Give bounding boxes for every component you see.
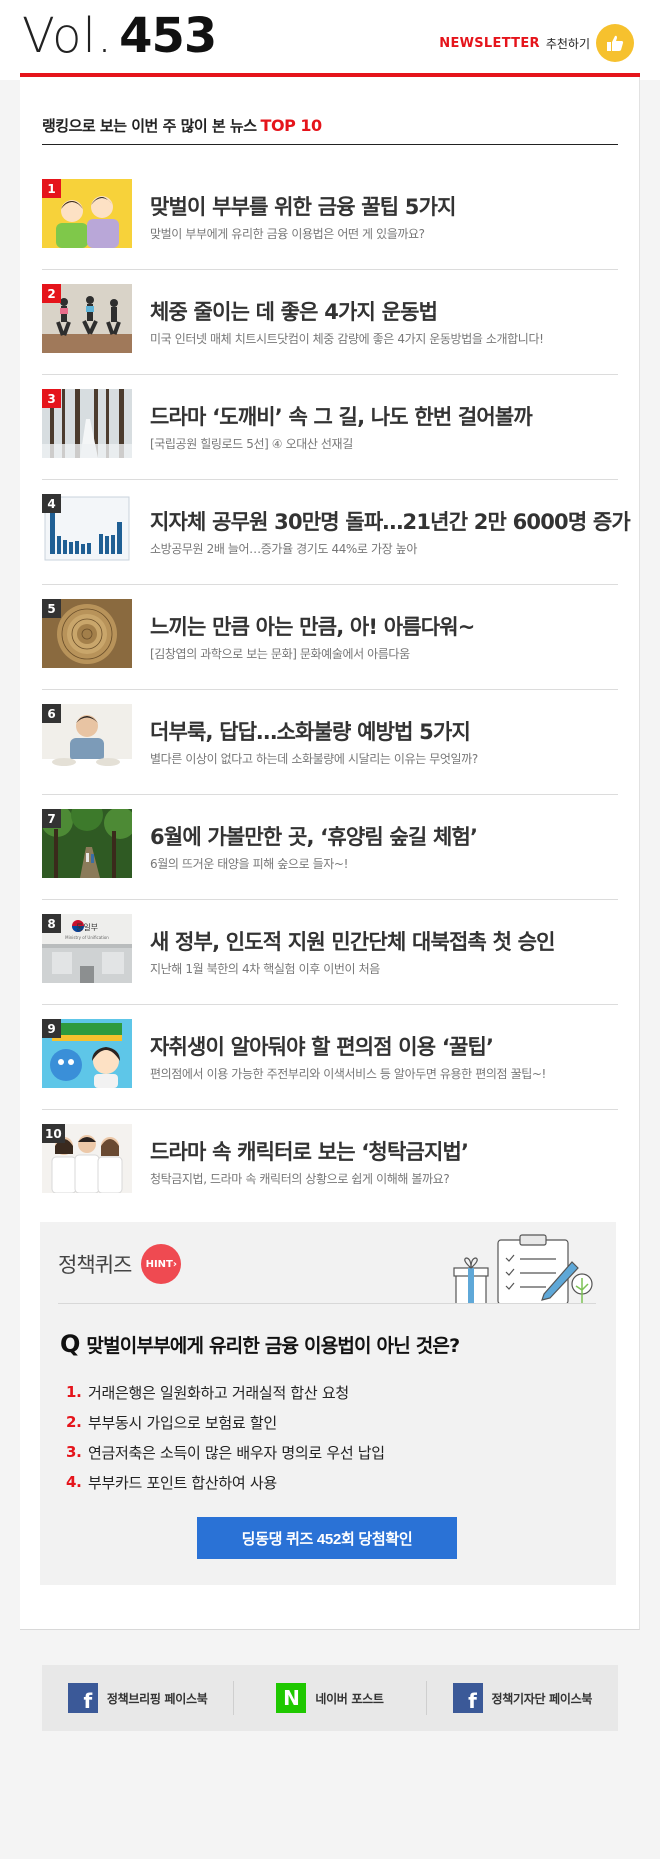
- news-thumbnail-forest-road[interactable]: 3: [42, 389, 132, 458]
- footer-link-reporters-facebook[interactable]: f 정책기자단 페이스북: [427, 1680, 618, 1716]
- thumb8-sublabel: Ministry of Unification: [65, 935, 109, 940]
- hint-label: HINT: [145, 1258, 173, 1270]
- question-mark-icon: Q: [60, 1330, 81, 1358]
- quiz-option-2[interactable]: 2. 부부동시 가입으로 보험료 할인: [66, 1407, 385, 1437]
- news-item-10[interactable]: 10 드라마 속 캐릭터로 보는 ‘청탁금지법’ 청탁금지법, 드라마 속 캐릭…: [42, 1110, 618, 1215]
- ranking-title: 랭킹으로 보는 이번 주 많이 본 뉴스: [42, 117, 257, 135]
- news-desc: 편의점에서 이용 가능한 주전부리와 이색서비스 등 알아두면 유용한 편의점 …: [150, 1067, 546, 1081]
- news-item-6[interactable]: 6 더부룩, 답답…소화불량 예방법 5가지 별다른 이상이 없다고 하는데 소…: [42, 690, 618, 795]
- ranking-list: 1 맞벌이 부부를 위한 금융 꿀팁 5가지 맞벌이 부부에게 유리한 금융 이…: [42, 165, 631, 1215]
- footer-link-label: 정책기자단 페이스북: [491, 1691, 593, 1706]
- news-item-4[interactable]: 4 지자체 공무원 30만명 돌파…21년간 2만 6000명 증가 소방공무원…: [42, 480, 631, 585]
- news-title[interactable]: 더부룩, 답답…소화불량 예방법 5가지: [150, 716, 630, 746]
- rank-badge: 5: [42, 599, 61, 618]
- news-item-9[interactable]: 9 자취생이 알아둬야 할 편의점 이용 ‘꿀팁’ 편의점에서 이용 가능한 주…: [42, 1005, 618, 1110]
- quiz-option-4[interactable]: 4. 부부카드 포인트 합산하여 사용: [66, 1467, 385, 1497]
- rank-badge: 4: [42, 494, 61, 513]
- newsletter-word: NEWSLETTER: [439, 35, 540, 51]
- quiz-label: 정책퀴즈: [58, 1253, 132, 1277]
- option-number: 1.: [66, 1383, 82, 1401]
- news-item-2[interactable]: 2 체중 줄이는 데 좋은 4가지 운동법 미국 인터넷 매체 치트시트닷컴이 …: [42, 270, 618, 375]
- quiz-divider: [58, 1303, 596, 1304]
- news-item-8[interactable]: 통일부 Ministry of Unification 8 새 정부, 인도적 …: [42, 900, 618, 1005]
- quiz-option-3[interactable]: 3. 연금저축은 소득이 많은 배우자 명의로 우선 납입: [66, 1437, 385, 1467]
- news-desc: [김창엽의 과학으로 보는 문화] 문화예술에서 아름다움: [150, 647, 410, 661]
- rank-badge: 6: [42, 704, 61, 723]
- rank-badge: 9: [42, 1019, 61, 1038]
- news-title[interactable]: 드라마 ‘도깨비’ 속 그 길, 나도 한번 걸어볼까: [150, 401, 630, 431]
- news-desc: [국립공원 힐링로드 5선] ④ 오대산 선재길: [150, 437, 353, 451]
- news-item-3[interactable]: 3 드라마 ‘도깨비’ 속 그 길, 나도 한번 걸어볼까 [국립공원 힐링로드…: [42, 375, 618, 480]
- news-item-1[interactable]: 1 맞벌이 부부를 위한 금융 꿀팁 5가지 맞벌이 부부에게 유리한 금융 이…: [42, 165, 618, 270]
- facebook-icon: f: [67, 1683, 98, 1713]
- news-desc: 미국 인터넷 매체 치트시트닷컴이 체중 감량에 좋은 4가지 운동방법을 소개…: [150, 332, 544, 346]
- policy-quiz: 정책퀴즈 HINT › Q 맞벌이부부에게 유리한 금융 이용법이 아닌 것은?…: [40, 1222, 616, 1585]
- ranking-top10: TOP 10: [260, 116, 323, 135]
- footer-link-label: 네이버 포스트: [315, 1691, 384, 1706]
- ranking-heading: 랭킹으로 보는 이번 주 많이 본 뉴스 TOP 10: [42, 107, 618, 145]
- quiz-header: 정책퀴즈 HINT ›: [58, 1244, 182, 1284]
- news-thumbnail-ministry-office[interactable]: 통일부 Ministry of Unification 8: [42, 914, 132, 983]
- naver-icon: N: [276, 1683, 307, 1713]
- option-text: 부부카드 포인트 합산하여 사용: [88, 1473, 277, 1492]
- news-thumbnail-forest-path[interactable]: 7: [42, 809, 132, 878]
- news-thumbnail-bar-chart[interactable]: 4: [42, 494, 132, 563]
- news-desc: 맞벌이 부부에게 유리한 금융 이용법은 어떤 게 있을까요?: [150, 227, 425, 241]
- quiz-question: Q 맞벌이부부에게 유리한 금융 이용법이 아닌 것은?: [60, 1330, 460, 1358]
- footer-link-naver-post[interactable]: N 네이버 포스트: [234, 1680, 425, 1716]
- facebook-icon: f: [452, 1683, 483, 1713]
- news-thumbnail-drama-doctors[interactable]: 10: [42, 1124, 132, 1193]
- news-title[interactable]: 체중 줄이는 데 좋은 4가지 운동법: [150, 296, 630, 326]
- quiz-option-1[interactable]: 1. 거래은행은 일원화하고 거래실적 합산 요청: [66, 1377, 385, 1407]
- news-thumbnail-dome-pattern[interactable]: 5: [42, 599, 132, 668]
- recommend-text: 추천하기: [545, 36, 590, 51]
- option-number: 2.: [66, 1413, 82, 1431]
- news-title[interactable]: 새 정부, 인도적 지원 민간단체 대북접촉 첫 승인: [150, 926, 630, 956]
- news-thumbnail-convenience-store[interactable]: 9: [42, 1019, 132, 1088]
- news-title[interactable]: 자취생이 알아둬야 할 편의점 이용 ‘꿀팁’: [150, 1031, 630, 1061]
- quiz-options: 1. 거래은행은 일원화하고 거래실적 합산 요청 2. 부부동시 가입으로 보…: [66, 1377, 385, 1497]
- news-thumbnail-man-eating[interactable]: 6: [42, 704, 132, 773]
- option-text: 거래은행은 일원화하고 거래실적 합산 요청: [88, 1383, 349, 1402]
- news-title[interactable]: 6월에 가볼만한 곳, ‘휴양림 숲길 체험’: [150, 821, 630, 851]
- thumb8-label: 통일부: [76, 923, 98, 932]
- option-number: 3.: [66, 1443, 82, 1461]
- option-text: 부부동시 가입으로 보험료 할인: [88, 1413, 277, 1432]
- rank-badge: 2: [42, 284, 61, 303]
- volume-prefix: Vol.: [22, 8, 114, 64]
- newsletter-header: Vol. 453 NEWSLETTER 추천하기: [0, 0, 660, 80]
- news-thumbnail-exercise[interactable]: 2: [42, 284, 132, 353]
- thumbs-up-icon[interactable]: [596, 24, 634, 62]
- question-text: 맞벌이부부에게 유리한 금융 이용법이 아닌 것은?: [86, 1334, 460, 1357]
- newsletter-recommend-link[interactable]: NEWSLETTER 추천하기: [439, 24, 634, 62]
- rank-badge: 3: [42, 389, 61, 408]
- rank-badge: 7: [42, 809, 61, 828]
- content-card: 랭킹으로 보는 이번 주 많이 본 뉴스 TOP 10 1 맞벌이 부부를 위한 …: [20, 77, 640, 1630]
- news-item-7[interactable]: 7 6월에 가볼만한 곳, ‘휴양림 숲길 체험’ 6월의 뜨거운 태양을 피해…: [42, 795, 618, 900]
- option-text: 연금저축은 소득이 많은 배우자 명의로 우선 납입: [88, 1443, 385, 1462]
- news-title[interactable]: 드라마 속 캐릭터로 보는 ‘청탁금지법’: [150, 1136, 630, 1166]
- news-thumbnail-couple[interactable]: 1: [42, 179, 132, 248]
- footer-link-label: 정책브리핑 페이스북: [106, 1691, 208, 1706]
- news-desc: 6월의 뜨거운 태양을 피해 숲으로 들자~!: [150, 857, 348, 871]
- news-item-5[interactable]: 5 느끼는 만큼 아는 만큼, 아! 아름다워~ [김창엽의 과학으로 보는 문…: [42, 585, 618, 690]
- option-number: 4.: [66, 1473, 82, 1491]
- social-footer: f 정책브리핑 페이스북 N 네이버 포스트 f 정책기자단 페이스북: [42, 1665, 618, 1731]
- rank-badge: 8: [42, 914, 61, 933]
- volume-title: Vol. 453: [22, 8, 217, 68]
- volume-number: 453: [119, 8, 217, 64]
- quiz-result-button[interactable]: 딩동댕 퀴즈 452회 당첨확인: [197, 1517, 457, 1559]
- news-title[interactable]: 맞벌이 부부를 위한 금융 꿀팁 5가지: [150, 191, 630, 221]
- clipboard-checklist-icon: [446, 1232, 596, 1305]
- rank-badge: 1: [42, 179, 61, 198]
- news-desc: 지난해 1월 북한의 4차 핵실험 이후 이번이 처음: [150, 962, 380, 976]
- rank-badge: 10: [42, 1124, 65, 1143]
- news-title[interactable]: 느끼는 만큼 아는 만큼, 아! 아름다워~: [150, 611, 630, 641]
- news-desc: 청탁금지법, 드라마 속 캐릭터의 상황으로 쉽게 이해해 볼까요?: [150, 1172, 450, 1186]
- hint-button[interactable]: HINT ›: [141, 1244, 182, 1284]
- news-desc: 소방공무원 2배 늘어…증가율 경기도 44%로 가장 높아: [150, 542, 417, 556]
- news-desc: 별다른 이상이 없다고 하는데 소화불량에 시달리는 이유는 무엇일까?: [150, 752, 478, 766]
- news-title[interactable]: 지자체 공무원 30만명 돌파…21년간 2만 6000명 증가: [150, 506, 631, 536]
- footer-link-briefing-facebook[interactable]: f 정책브리핑 페이스북: [42, 1680, 233, 1716]
